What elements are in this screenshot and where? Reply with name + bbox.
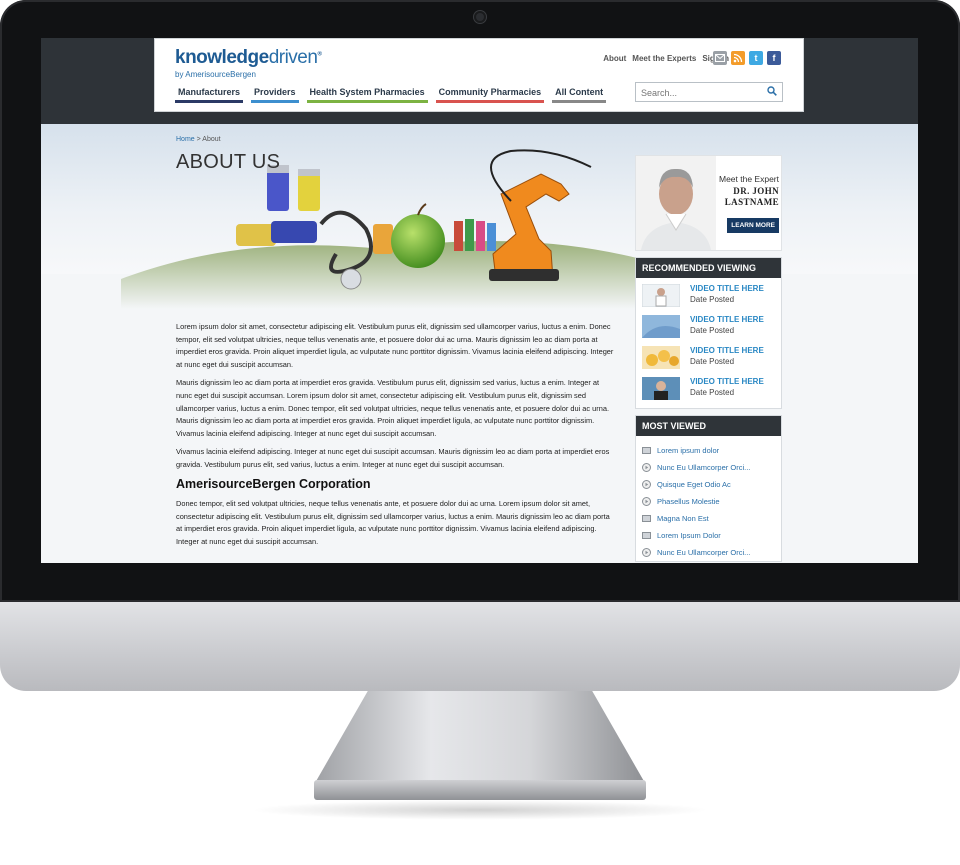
article-content: Lorem ipsum dolor sit amet, consectetur … bbox=[176, 321, 616, 555]
recommended-viewing-panel: RECOMMENDED VIEWING VIDEO TITLE HERE Date… bbox=[635, 257, 782, 409]
video-title[interactable]: VIDEO TITLE HERE bbox=[690, 346, 764, 355]
video-thumbnail bbox=[642, 346, 680, 369]
top-links: About Meet the Experts Sign In bbox=[603, 54, 729, 63]
expert-card: Meet the Expert DR. JOHN LASTNAME LEARN M… bbox=[635, 155, 782, 251]
page-title: ABOUT US bbox=[176, 151, 281, 173]
imac-mockup: knowledgedriven® by AmerisourceBergen Ab… bbox=[0, 0, 960, 865]
about-link[interactable]: About bbox=[603, 54, 626, 63]
list-item[interactable]: Nunc Eu Ullamcorper Orci... bbox=[636, 544, 781, 561]
list-item[interactable]: Lorem ipsum dolor bbox=[636, 442, 781, 459]
social-links: t f bbox=[713, 51, 781, 65]
document-icon bbox=[642, 532, 651, 539]
nav-all-content[interactable]: All Content bbox=[552, 85, 607, 103]
video-title[interactable]: VIDEO TITLE HERE bbox=[690, 377, 764, 386]
breadcrumb: Home > About bbox=[176, 136, 221, 143]
list-item[interactable]: Lorem Ipsum Dolor bbox=[636, 527, 781, 544]
nav-community-pharmacies[interactable]: Community Pharmacies bbox=[435, 85, 545, 103]
play-icon bbox=[642, 480, 651, 489]
header-box: knowledgedriven® by AmerisourceBergen Ab… bbox=[154, 38, 804, 112]
video-item[interactable]: VIDEO TITLE HERE Date Posted bbox=[636, 371, 781, 408]
paragraph: Vivamus lacinia eleifend adipiscing. Int… bbox=[176, 447, 610, 469]
expert-meet-label: Meet the Expert bbox=[718, 174, 779, 184]
play-icon bbox=[642, 548, 651, 557]
video-title[interactable]: VIDEO TITLE HERE bbox=[690, 315, 764, 324]
logo-tagline: by AmerisourceBergen bbox=[175, 70, 256, 79]
document-icon bbox=[642, 515, 651, 522]
expert-name: DR. JOHN LASTNAME bbox=[724, 186, 779, 207]
most-viewed-heading: MOST VIEWED bbox=[636, 416, 781, 436]
document-icon bbox=[642, 447, 651, 454]
video-date: Date Posted bbox=[690, 295, 735, 304]
paragraph: Lorem ipsum dolor sit amet, consectetur … bbox=[176, 322, 614, 369]
page-body: Home > About ABOUT US Lorem ipsum dolor … bbox=[41, 124, 918, 563]
video-item[interactable]: VIDEO TITLE HERE Date Posted bbox=[636, 309, 781, 340]
site-header: knowledgedriven® by AmerisourceBergen Ab… bbox=[41, 38, 918, 124]
site-logo[interactable]: knowledgedriven® by AmerisourceBergen bbox=[175, 47, 322, 79]
learn-more-button[interactable]: LEARN MORE bbox=[727, 218, 779, 233]
video-item[interactable]: VIDEO TITLE HERE Date Posted bbox=[636, 278, 781, 309]
search-box bbox=[635, 82, 783, 102]
facebook-icon[interactable]: f bbox=[767, 51, 781, 65]
list-item[interactable]: Quisque Eget Odio Ac bbox=[636, 476, 781, 493]
breadcrumb-home-link[interactable]: Home bbox=[176, 136, 195, 143]
nav-manufacturers[interactable]: Manufacturers bbox=[175, 85, 244, 103]
video-date: Date Posted bbox=[690, 388, 735, 397]
monitor-base bbox=[314, 780, 646, 800]
breadcrumb-current: About bbox=[202, 136, 221, 143]
nav-providers[interactable]: Providers bbox=[251, 85, 299, 103]
play-icon bbox=[642, 463, 651, 472]
rss-icon[interactable] bbox=[731, 51, 745, 65]
camera-icon bbox=[474, 11, 486, 23]
video-thumbnail bbox=[642, 377, 680, 400]
list-item[interactable]: Magna Non Est bbox=[636, 510, 781, 527]
expert-photo bbox=[636, 156, 716, 250]
monitor-stand bbox=[315, 691, 645, 783]
paragraph: Donec tempor, elit sed volutpat ultricie… bbox=[176, 499, 610, 546]
play-icon bbox=[642, 497, 651, 506]
video-date: Date Posted bbox=[690, 326, 735, 335]
video-item[interactable]: VIDEO TITLE HERE Date Posted bbox=[636, 340, 781, 371]
video-thumbnail bbox=[642, 315, 680, 338]
nav-health-system-pharmacies[interactable]: Health System Pharmacies bbox=[306, 85, 428, 103]
list-item[interactable]: Nunc Eu Ullamcorper Orci... bbox=[636, 459, 781, 476]
search-icon[interactable] bbox=[767, 86, 777, 96]
section-heading: AmerisourceBergen Corporation bbox=[176, 476, 371, 491]
recommended-heading: RECOMMENDED VIEWING bbox=[636, 258, 781, 278]
paragraph: Mauris dignissim leo ac diam porta at im… bbox=[176, 378, 609, 438]
sidebar: Meet the Expert DR. JOHN LASTNAME LEARN M… bbox=[635, 155, 782, 562]
twitter-icon[interactable]: t bbox=[749, 51, 763, 65]
search-input[interactable] bbox=[636, 84, 756, 102]
logo-wordmark: knowledgedriven® bbox=[175, 47, 322, 68]
meet-experts-link[interactable]: Meet the Experts bbox=[632, 54, 696, 63]
video-date: Date Posted bbox=[690, 357, 735, 366]
most-viewed-panel: MOST VIEWED Lorem ipsum dolor Nunc Eu Ul… bbox=[635, 415, 782, 562]
browser-screen: knowledgedriven® by AmerisourceBergen Ab… bbox=[41, 38, 918, 563]
main-nav: Manufacturers Providers Health System Ph… bbox=[175, 85, 607, 103]
list-item[interactable]: Phasellus Molestie bbox=[636, 493, 781, 510]
floor-shadow bbox=[250, 800, 710, 820]
monitor-chin bbox=[0, 602, 960, 691]
mail-icon[interactable] bbox=[713, 51, 727, 65]
video-thumbnail bbox=[642, 284, 680, 307]
video-title[interactable]: VIDEO TITLE HERE bbox=[690, 284, 764, 293]
